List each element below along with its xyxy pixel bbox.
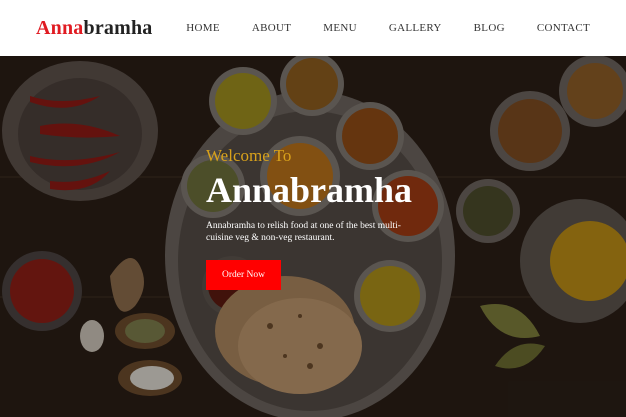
nav-menu[interactable]: MENU — [323, 22, 357, 34]
hero-description: Annabramha to relish food at one of the … — [206, 221, 401, 243]
brand-logo[interactable]: Annabramha — [36, 17, 152, 40]
hero-welcome: Welcome To — [206, 146, 292, 165]
navbar: Annabramha HOME ABOUT MENU GALLERY BLOG … — [0, 0, 626, 56]
nav-contact[interactable]: CONTACT — [537, 22, 590, 34]
hero-section: Welcome To Annabramha Annabramha to reli… — [0, 56, 626, 417]
nav-blog[interactable]: BLOG — [474, 22, 505, 34]
order-now-button[interactable]: Order Now — [206, 260, 282, 290]
main-nav: HOME ABOUT MENU GALLERY BLOG CONTACT — [186, 22, 590, 34]
hero-title: Annabramha — [206, 170, 413, 210]
nav-home[interactable]: HOME — [186, 22, 220, 34]
brand-logo-accent: Anna — [36, 16, 84, 39]
brand-logo-rest: bramha — [83, 16, 153, 39]
hero-content: Welcome To Annabramha Annabramha to reli… — [206, 146, 436, 290]
nav-about[interactable]: ABOUT — [252, 22, 291, 34]
nav-gallery[interactable]: GALLERY — [389, 22, 442, 34]
